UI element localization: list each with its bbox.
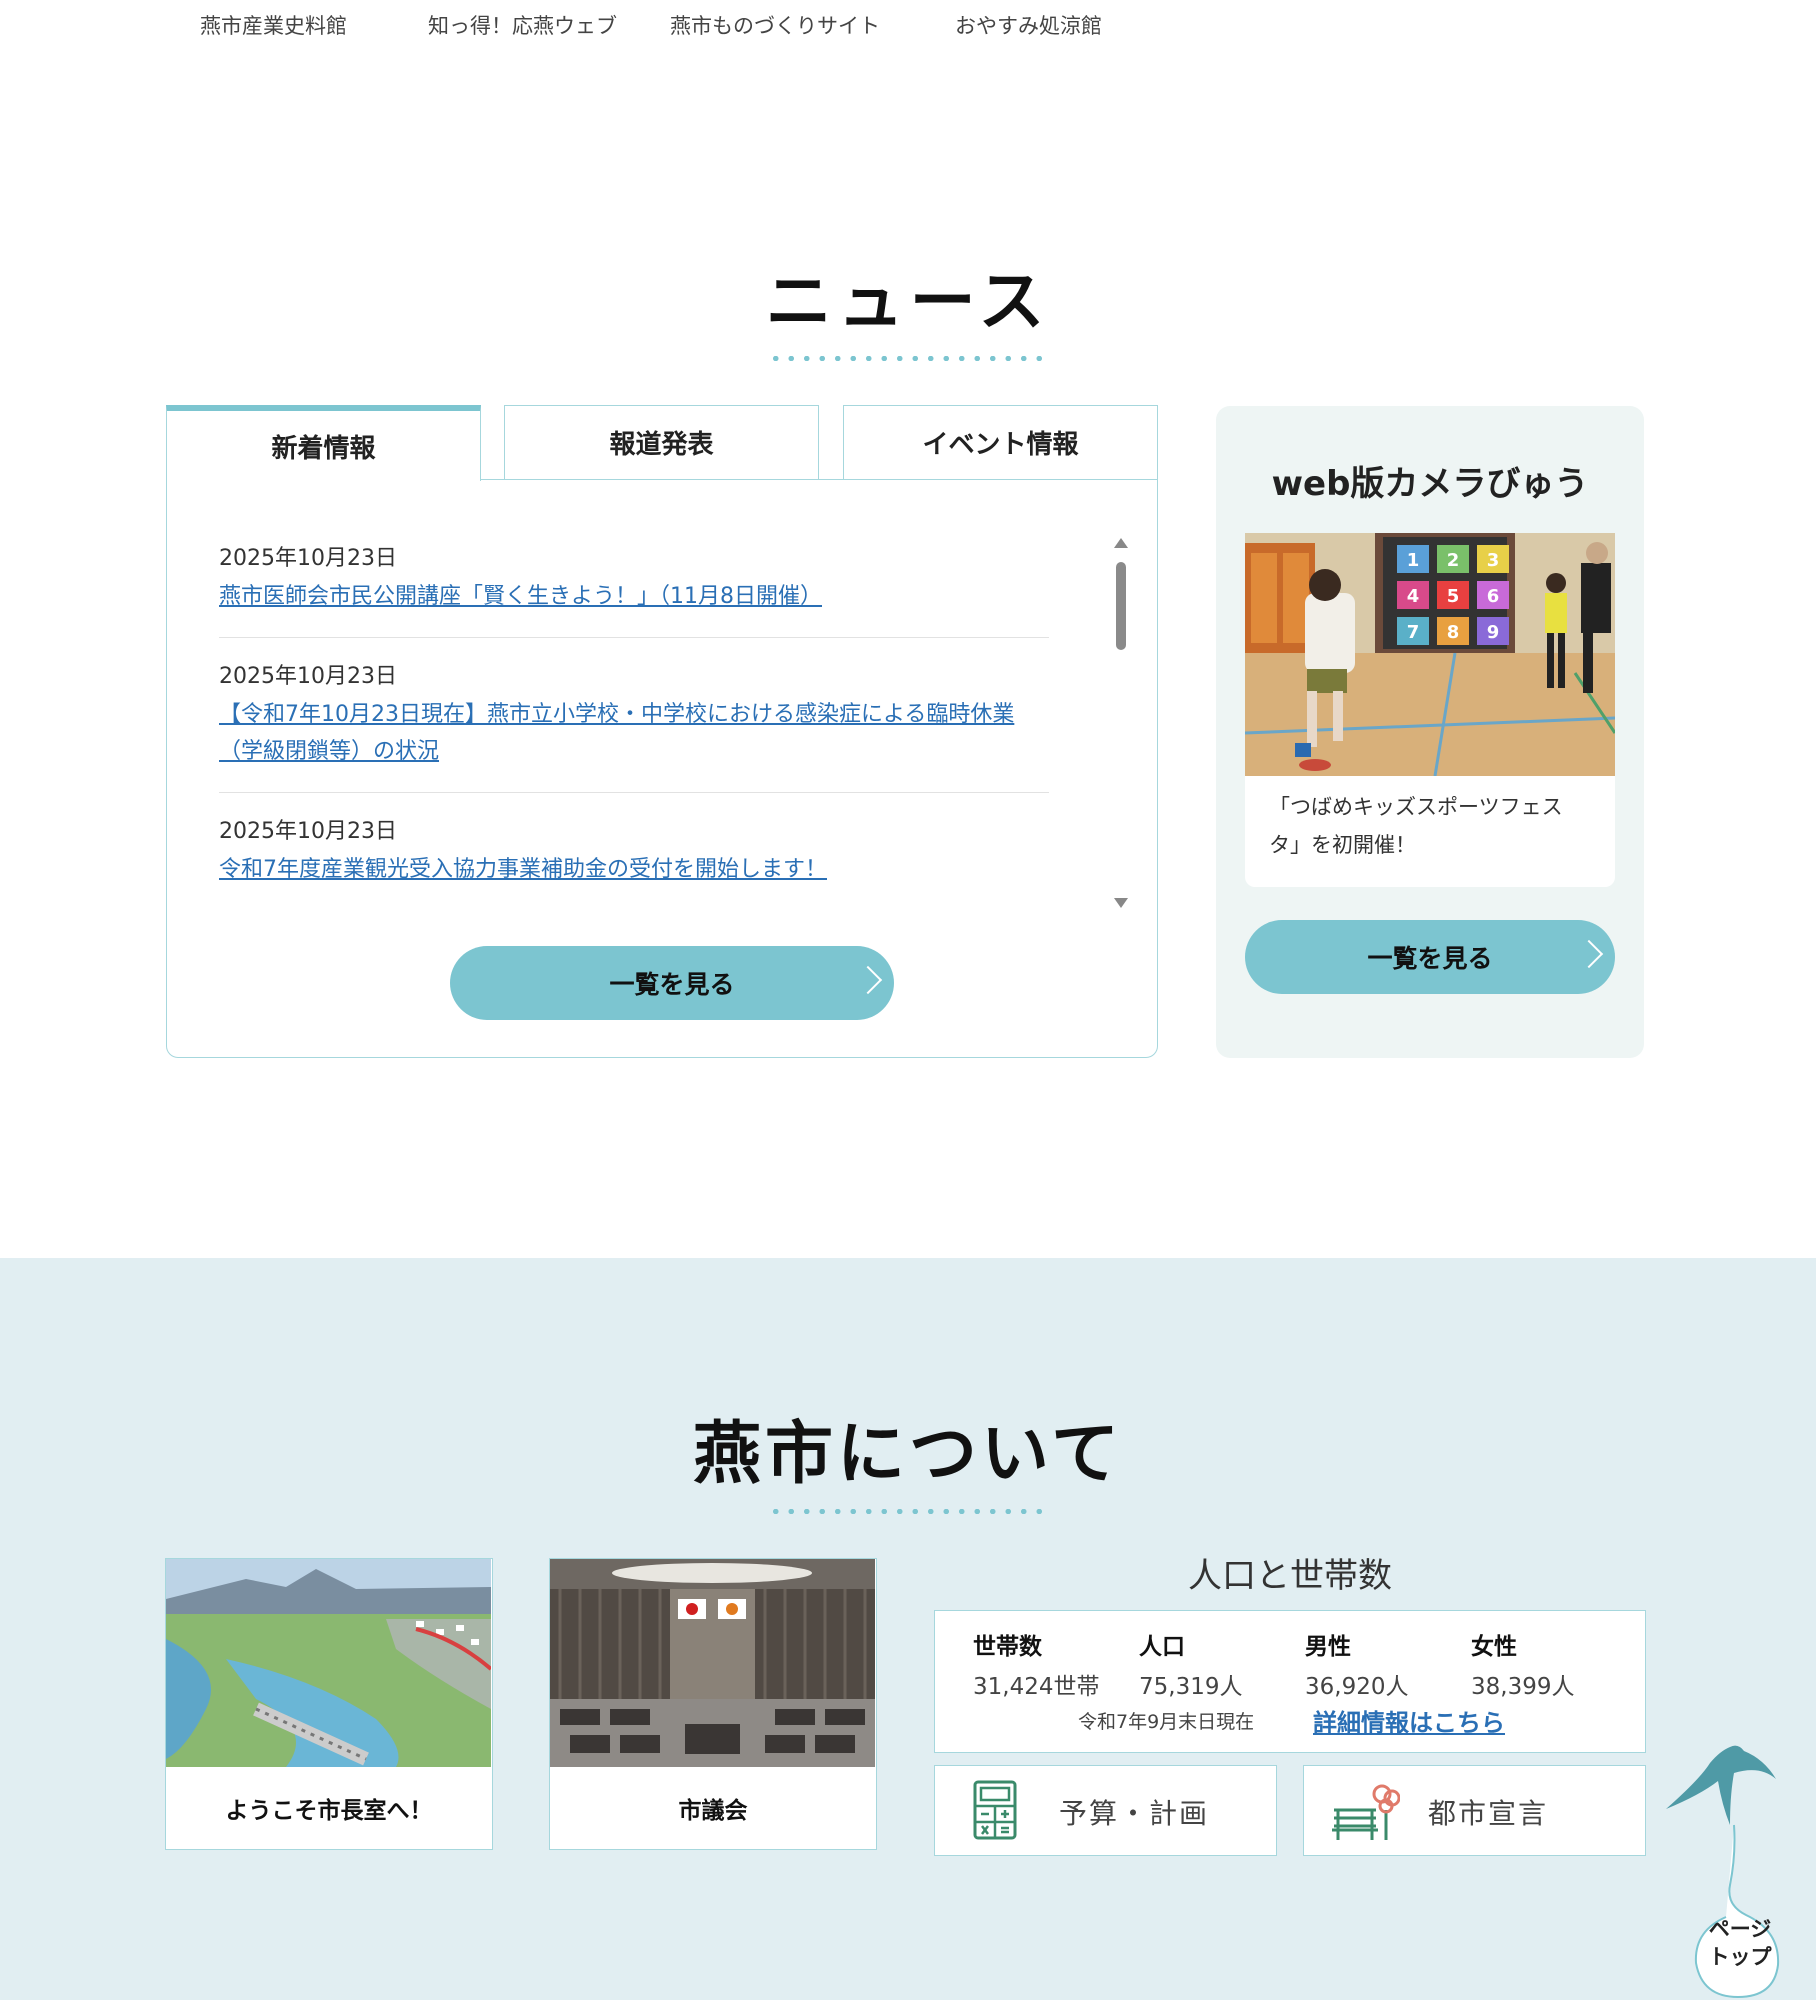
page-top-button[interactable]: ページ トップ [1660, 1735, 1816, 2000]
population-value: 75,319人 [1139, 1674, 1243, 1700]
population-female: 女性 38,399人 [1471, 1627, 1574, 1701]
kids-sports-photo: 1 2 3 4 5 6 7 8 9 [1245, 533, 1615, 776]
population-male: 男性 36,920人 [1305, 1627, 1408, 1701]
tab-new-info[interactable]: 新着情報 [166, 405, 481, 481]
top-link-monozukuri[interactable]: 燕市ものづくりサイト [670, 10, 880, 40]
page-top-line2: トップ [1708, 1945, 1772, 1969]
news-date: 2025年10月23日 [219, 546, 397, 571]
photo-grid-number: 2 [1447, 550, 1460, 571]
news-list[interactable]: 2025年10月23日 燕市医師会市民公開講座「賢く生きよう！」（11月8日開催… [219, 540, 1049, 906]
news-date: 2025年10月23日 [219, 819, 397, 844]
about-title-underline [768, 1509, 1048, 1514]
scroll-thumb[interactable] [1116, 562, 1126, 650]
photo-grid-number: 1 [1407, 550, 1420, 571]
households-value: 31,424世帯 [973, 1674, 1100, 1700]
city-declaration-label: 都市宣言 [1428, 1796, 1549, 1830]
mayor-office-card[interactable]: ようこそ市長室へ！ [165, 1558, 493, 1850]
list-item: 2025年10月23日 令和7年度産業観光受入協力事業補助金の受付を開始します！ [219, 793, 1049, 906]
council-chamber-photo [550, 1559, 875, 1767]
population-title: 人口と世帯数 [1188, 1556, 1392, 1596]
top-link-history-museum[interactable]: 燕市産業史料館 [200, 10, 347, 40]
news-tabs: 新着情報 報道発表 イベント情報 [166, 405, 1158, 481]
camera-title: web版カメラびゅう [1271, 464, 1589, 504]
photo-grid-number: 8 [1447, 622, 1460, 643]
budget-plan-link[interactable]: 予算・計画 [934, 1765, 1277, 1856]
mayor-office-label: ようこそ市長室へ！ [225, 1798, 433, 1824]
news-more-button[interactable]: 一覧を見る [450, 946, 894, 1020]
camera-view-panel: web版カメラびゅう 1 2 3 4 5 6 7 8 9 「つばめキッズスポーツフェスタ」を初開… [1216, 406, 1644, 1058]
scroll-up-arrow-icon[interactable] [1114, 538, 1128, 548]
calculator-icon [973, 1780, 1017, 1840]
camera-card[interactable]: 1 2 3 4 5 6 7 8 9 「つばめキッズスポーツフェスタ」を初開催！ [1245, 533, 1615, 887]
population-as-of: 令和7年9月末日現在 [1078, 1711, 1255, 1733]
news-more-label: 一覧を見る [609, 970, 735, 999]
tab-press-release[interactable]: 報道発表 [504, 405, 819, 480]
list-item: 2025年10月23日 【令和7年10月23日現在】燕市立小学校・中学校における… [219, 638, 1049, 793]
chevron-right-icon [853, 965, 883, 995]
budget-plan-label: 予算・計画 [1059, 1796, 1210, 1830]
photo-grid-number: 4 [1407, 586, 1420, 607]
news-title: ニュース [765, 263, 1051, 340]
camera-more-button[interactable]: 一覧を見る [1245, 920, 1615, 994]
photo-grid-number: 7 [1407, 622, 1420, 643]
about-title: 燕市について [693, 1415, 1123, 1494]
photo-grid-number: 6 [1487, 586, 1500, 607]
photo-grid-number: 9 [1487, 622, 1500, 643]
bench-tree-icon [1332, 1784, 1400, 1840]
page-top-line1: ページ [1708, 1917, 1772, 1941]
scroll-down-arrow-icon[interactable] [1114, 898, 1128, 908]
population-label: 人口 [1139, 1634, 1185, 1660]
aerial-river-photo [166, 1559, 491, 1767]
tab-event-info[interactable]: イベント情報 [843, 405, 1158, 480]
population-detail-link[interactable]: 詳細情報はこちら [1313, 1703, 1505, 1738]
news-link[interactable]: 【令和7年10月23日現在】燕市立小学校・中学校における感染症による臨時休業（学… [219, 702, 1014, 764]
page-top-label: ページ トップ [1682, 1915, 1798, 1971]
top-link-suzumikan[interactable]: おやすみ処涼館 [955, 10, 1102, 40]
photo-grid-number: 5 [1447, 586, 1460, 607]
male-label: 男性 [1305, 1634, 1351, 1660]
news-link[interactable]: 令和7年度産業観光受入協力事業補助金の受付を開始します！ [219, 857, 827, 882]
households-label: 世帯数 [973, 1634, 1042, 1660]
city-council-label: 市議会 [678, 1798, 748, 1824]
news-link[interactable]: 燕市医師会市民公開講座「賢く生きよう！」（11月8日開催） [219, 584, 822, 609]
list-item: 2025年10月23日 燕市医師会市民公開講座「賢く生きよう！」（11月8日開催… [219, 540, 1049, 638]
chevron-right-icon [1574, 939, 1604, 969]
camera-caption: 「つばめキッズスポーツフェスタ」を初開催！ [1269, 795, 1563, 857]
population-households: 世帯数 31,424世帯 [973, 1627, 1099, 1701]
news-title-underline [768, 356, 1048, 361]
photo-grid-number: 3 [1487, 550, 1500, 571]
news-panel: 2025年10月23日 燕市医師会市民公開講座「賢く生きよう！」（11月8日開催… [166, 479, 1158, 1058]
camera-more-label: 一覧を見る [1367, 944, 1493, 973]
city-council-card[interactable]: 市議会 [549, 1558, 877, 1850]
female-value: 38,399人 [1471, 1674, 1575, 1700]
female-label: 女性 [1471, 1634, 1517, 1660]
population-total: 人口 75,319人 [1139, 1627, 1242, 1701]
top-link-ouen-web[interactable]: 知っ得！応燕ウェブ [428, 10, 617, 40]
population-box: 世帯数 31,424世帯 人口 75,319人 男性 36,920人 女性 38… [934, 1610, 1646, 1753]
male-value: 36,920人 [1305, 1674, 1409, 1700]
top-links: 燕市産業史料館 知っ得！応燕ウェブ 燕市ものづくりサイト おやすみ処涼館 [0, 0, 1816, 60]
news-scrollbar[interactable] [1113, 538, 1129, 908]
city-declaration-link[interactable]: 都市宣言 [1303, 1765, 1646, 1856]
news-date: 2025年10月23日 [219, 664, 397, 689]
